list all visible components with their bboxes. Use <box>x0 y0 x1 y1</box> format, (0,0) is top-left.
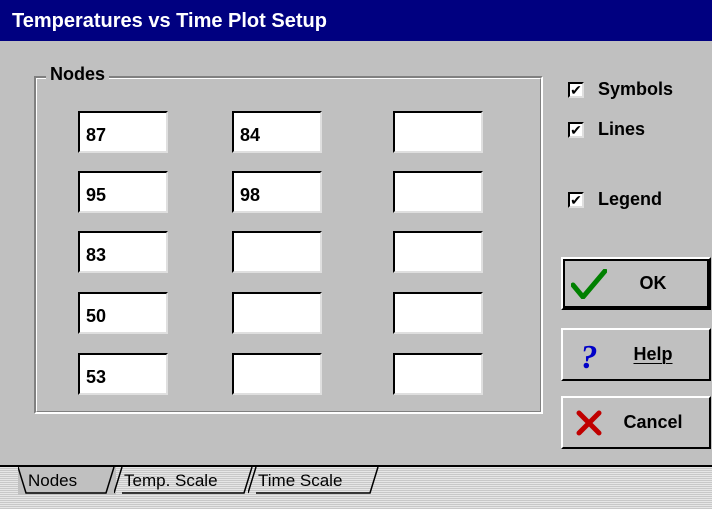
question-icon: ? <box>569 338 609 372</box>
tab-time-scale-label: Time Scale <box>258 471 343 490</box>
legend-label: Legend <box>598 189 663 209</box>
lines-option[interactable]: ✔ Lines <box>568 119 645 140</box>
legend-option[interactable]: ✔ Legend <box>568 189 662 210</box>
node-input-r3-c1[interactable] <box>78 231 168 273</box>
node-input-r1-c2[interactable] <box>232 111 322 153</box>
tab-temp-scale-label: Temp. Scale <box>124 471 218 490</box>
node-input-r1-c3[interactable] <box>393 111 483 153</box>
ok-label: OK <box>639 273 667 293</box>
title-bar[interactable]: Temperatures vs Time Plot Setup <box>0 0 712 41</box>
node-input-r5-c2[interactable] <box>232 353 322 395</box>
help-label-text: Help <box>633 344 673 364</box>
node-input-r4-c3[interactable] <box>393 292 483 334</box>
lines-checkbox[interactable]: ✔ <box>568 121 584 138</box>
nodes-group-label: Nodes <box>46 64 110 85</box>
check-icon <box>569 268 609 299</box>
node-input-r5-c1[interactable] <box>78 353 168 395</box>
node-input-r3-c3[interactable] <box>393 231 483 273</box>
ok-button[interactable]: OK <box>561 257 711 310</box>
cancel-button[interactable]: Cancel <box>561 396 711 449</box>
symbols-checkbox[interactable]: ✔ <box>568 81 584 98</box>
node-input-r2-c2[interactable] <box>232 171 322 213</box>
help-label: Help <box>609 344 709 365</box>
node-input-r1-c1[interactable] <box>78 111 168 153</box>
node-input-r3-c2[interactable] <box>232 231 322 273</box>
window-title: Temperatures vs Time Plot Setup <box>12 10 327 32</box>
svg-text:?: ? <box>581 339 598 372</box>
node-input-r2-c3[interactable] <box>393 171 483 213</box>
cancel-x-icon <box>569 409 609 437</box>
node-input-r5-c3[interactable] <box>393 353 483 395</box>
node-input-r2-c1[interactable] <box>78 171 168 213</box>
tab-nodes-label: Nodes <box>28 471 78 490</box>
lines-label: Lines <box>598 119 646 139</box>
legend-checkbox[interactable]: ✔ <box>568 191 584 208</box>
node-input-r4-c1[interactable] <box>78 292 168 334</box>
symbols-option[interactable]: ✔ Symbols <box>568 79 673 100</box>
tab-temp-scale[interactable]: Temp. Scale <box>114 467 254 495</box>
tab-time-scale[interactable]: Time Scale <box>248 467 380 495</box>
node-input-r4-c2[interactable] <box>232 292 322 334</box>
help-button[interactable]: ? Help <box>561 328 711 381</box>
symbols-label: Symbols <box>598 79 674 99</box>
tab-nodes[interactable]: Nodes <box>18 467 116 495</box>
cancel-label: Cancel <box>623 412 683 432</box>
